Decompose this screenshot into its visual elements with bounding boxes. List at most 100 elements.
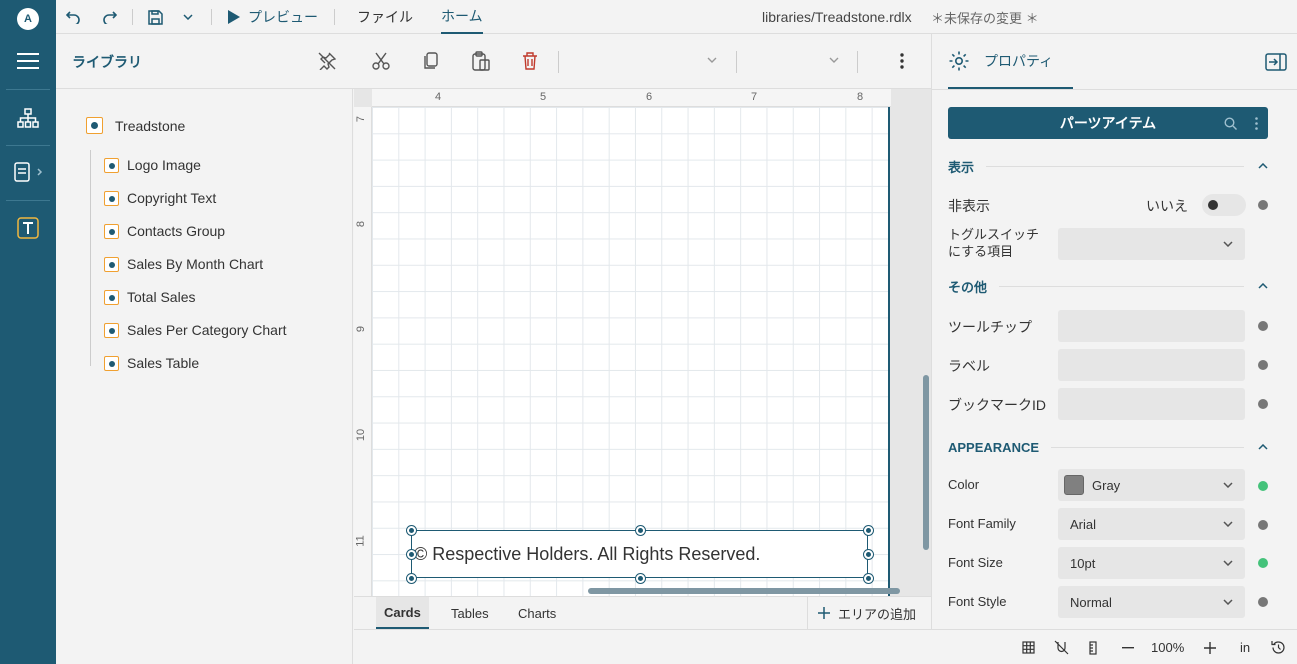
snap-off-icon[interactable] (1054, 630, 1069, 664)
ruler-label: 10 (355, 428, 368, 442)
part-item-icon (104, 256, 119, 272)
add-area-button[interactable]: エリアの追加 (807, 597, 916, 629)
history-icon[interactable] (1271, 630, 1286, 664)
cut-icon[interactable] (368, 48, 394, 74)
ruler-icon[interactable] (1089, 630, 1097, 664)
font-size-select[interactable]: 10pt (1058, 547, 1245, 579)
toolbar-divider (132, 9, 133, 25)
part-item-icon (104, 190, 119, 206)
tab-properties[interactable]: プロパティ (948, 34, 1074, 89)
resize-handle[interactable] (636, 574, 645, 583)
textbox-icon[interactable] (0, 208, 56, 248)
resize-handle[interactable] (864, 526, 873, 535)
property-indicator[interactable] (1258, 399, 1268, 409)
toggle-item-select[interactable] (1058, 228, 1245, 260)
ruler-label: 5 (540, 91, 547, 103)
tab-tables[interactable]: Tables (451, 597, 489, 629)
library-panel-icon[interactable] (0, 152, 56, 192)
resize-handle[interactable] (407, 550, 416, 559)
paste-icon[interactable] (468, 48, 494, 74)
section-other[interactable]: その他 (948, 274, 1268, 298)
resize-handle[interactable] (864, 550, 873, 559)
tab-cards[interactable]: Cards (376, 597, 429, 629)
top-bar: プレビュー ファイル ホーム libraries/Treadstone.rdlx… (56, 0, 1297, 34)
report-page[interactable] (372, 107, 890, 597)
section-display[interactable]: 表示 (948, 154, 1268, 178)
size-dropdown-chevron-icon[interactable] (829, 52, 839, 66)
app-rail: A (0, 0, 56, 664)
grid-icon[interactable] (1022, 630, 1035, 664)
bookmark-field[interactable] (1058, 388, 1245, 420)
library-item-label: Logo Image (127, 157, 201, 173)
color-select[interactable]: Gray (1058, 469, 1245, 501)
resize-handle[interactable] (864, 574, 873, 583)
tooltip-field[interactable] (1058, 310, 1245, 342)
library-item[interactable]: Contacts Group (104, 223, 225, 239)
library-item[interactable]: Sales Table (104, 355, 199, 371)
section-display-label: 表示 (948, 159, 975, 175)
library-root-item[interactable]: Treadstone (86, 117, 185, 134)
library-item[interactable]: Copyright Text (104, 190, 216, 206)
vertical-scrollbar[interactable] (923, 375, 929, 550)
part-item-icon (104, 157, 119, 173)
font-family-select[interactable]: Arial (1058, 508, 1245, 540)
library-item[interactable]: Sales By Month Chart (104, 256, 263, 272)
tab-charts[interactable]: Charts (518, 597, 556, 629)
chevron-down-icon (1223, 521, 1233, 527)
tab-file[interactable]: ファイル (357, 0, 413, 34)
library-item[interactable]: Logo Image (104, 157, 201, 173)
preview-button[interactable]: プレビュー (228, 0, 318, 34)
part-item-icon (104, 289, 119, 305)
delete-icon[interactable] (517, 48, 543, 74)
hierarchy-icon[interactable] (0, 98, 56, 138)
chevron-down-icon (1223, 241, 1233, 247)
design-canvas[interactable]: 4 5 6 7 8 7 8 9 10 11 © Respective Holde… (354, 89, 931, 597)
copy-icon[interactable] (418, 48, 444, 74)
style-dropdown-chevron-icon[interactable] (707, 52, 717, 66)
tab-home[interactable]: ホーム (441, 0, 483, 34)
resize-handle[interactable] (636, 526, 645, 535)
zoom-level[interactable]: 100% (1151, 630, 1184, 664)
menu-icon[interactable] (0, 41, 56, 81)
label-field[interactable] (1058, 349, 1245, 381)
collapse-panel-icon[interactable] (1263, 49, 1289, 75)
property-modified-indicator[interactable] (1258, 558, 1268, 568)
property-indicator[interactable] (1258, 321, 1268, 331)
property-indicator[interactable] (1258, 360, 1268, 370)
rail-divider (6, 145, 50, 146)
save-icon[interactable] (148, 0, 163, 34)
color-label: Color (948, 477, 980, 492)
ruler-label: 9 (355, 325, 368, 333)
zoom-out-button[interactable] (1122, 630, 1134, 664)
more-options-icon[interactable] (889, 48, 915, 74)
units-selector[interactable]: in (1240, 630, 1250, 664)
redo-icon[interactable] (103, 0, 117, 34)
library-root-label: Treadstone (115, 117, 186, 134)
property-indicator[interactable] (1258, 520, 1268, 530)
bookmark-label: ブックマークID (948, 397, 1046, 413)
undo-icon[interactable] (66, 0, 80, 34)
search-icon[interactable] (1224, 116, 1237, 130)
unpin-icon[interactable] (314, 48, 340, 74)
zoom-in-button[interactable] (1204, 630, 1216, 664)
font-size-value: 10pt (1070, 555, 1096, 571)
horizontal-scrollbar[interactable] (588, 588, 900, 594)
resize-handle[interactable] (407, 526, 416, 535)
hidden-toggle[interactable] (1202, 194, 1246, 216)
font-style-select[interactable]: Normal (1058, 586, 1245, 618)
parts-item-button[interactable]: パーツアイテム (948, 107, 1268, 139)
resize-handle[interactable] (407, 574, 416, 583)
library-item[interactable]: Sales Per Category Chart (104, 322, 287, 338)
chevron-down-icon (1223, 482, 1233, 488)
selected-textbox[interactable]: © Respective Holders. All Rights Reserve… (411, 530, 868, 578)
ruler-label: 7 (751, 91, 758, 103)
app-logo[interactable]: A (17, 8, 39, 30)
save-options-chevron-icon[interactable] (183, 0, 193, 34)
property-modified-indicator[interactable] (1258, 481, 1268, 491)
toolbar-divider (334, 9, 335, 25)
property-indicator[interactable] (1258, 200, 1268, 210)
more-options-icon[interactable] (1255, 116, 1258, 130)
section-appearance[interactable]: APPEARANCE (948, 435, 1268, 459)
property-indicator[interactable] (1258, 597, 1268, 607)
library-item[interactable]: Total Sales (104, 289, 195, 305)
